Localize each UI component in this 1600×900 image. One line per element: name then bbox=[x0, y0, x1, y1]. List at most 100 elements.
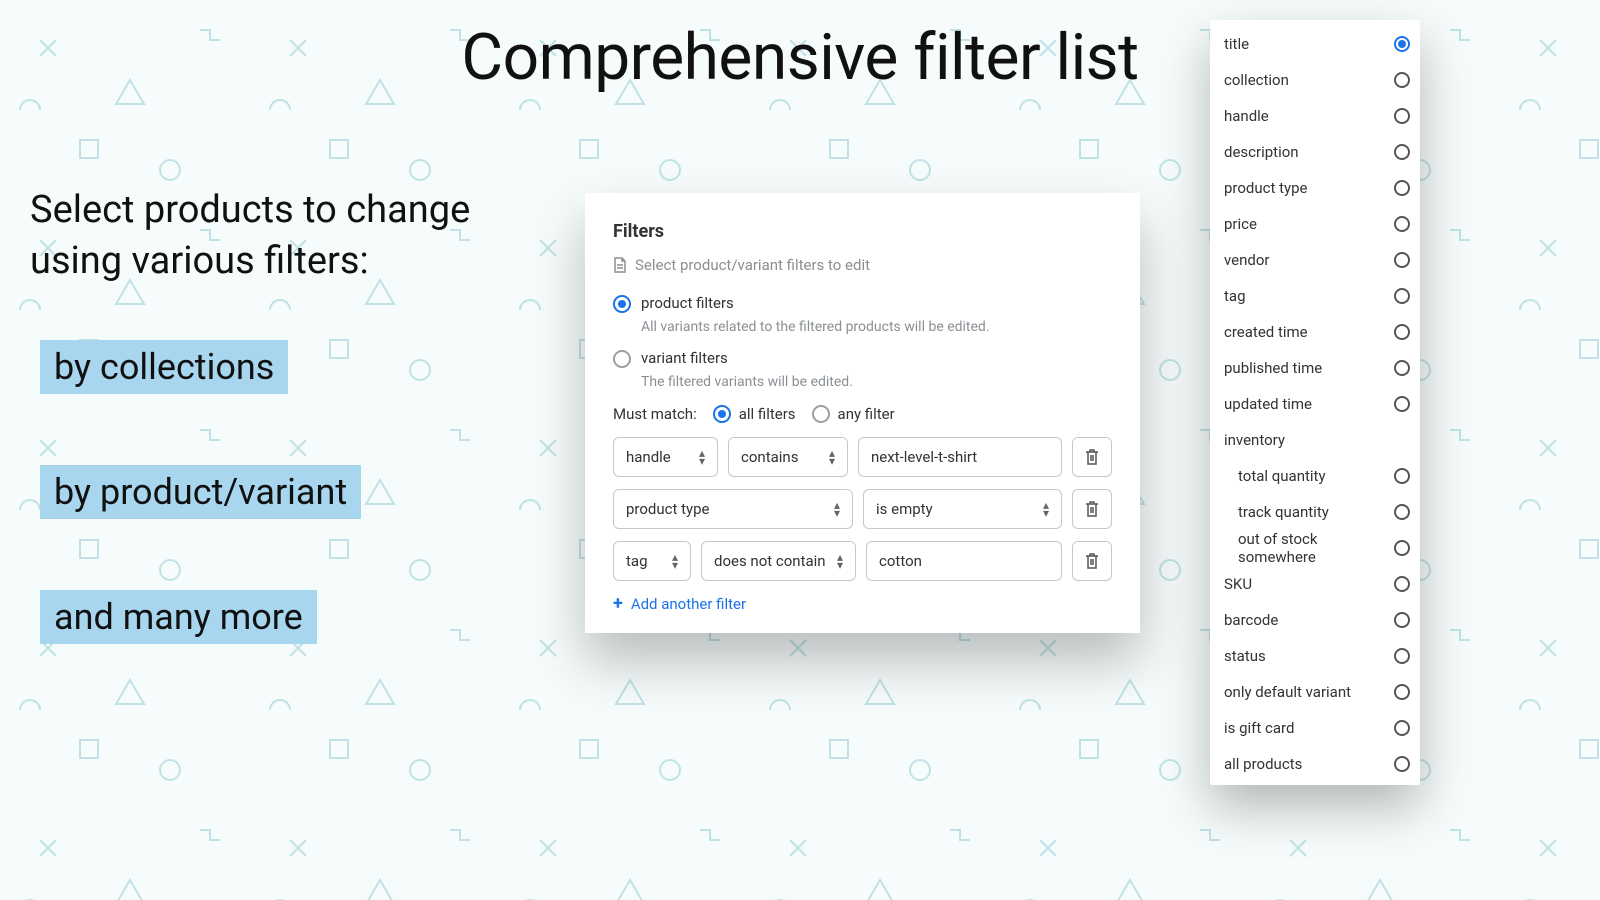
rule-value-input[interactable]: next-level-t-shirt bbox=[858, 437, 1062, 477]
filter-list-label: barcode bbox=[1224, 611, 1278, 629]
filter-list-radio[interactable] bbox=[1394, 612, 1410, 628]
rule-operator-select[interactable]: is empty ▴▾ bbox=[863, 489, 1062, 529]
rule-field-select[interactable]: product type ▴▾ bbox=[613, 489, 853, 529]
filter-list-label: only default variant bbox=[1224, 683, 1351, 701]
document-icon bbox=[613, 257, 627, 273]
filter-field-list: title collection handle description product … bbox=[1210, 20, 1420, 785]
scope-radio-group: product filters All variants related to … bbox=[613, 294, 1112, 390]
rule-operator-select[interactable]: contains ▴▾ bbox=[728, 437, 848, 477]
filter-list-label: status bbox=[1224, 647, 1266, 665]
sort-icon: ▴▾ bbox=[827, 447, 837, 467]
rule-value-input[interactable]: cotton bbox=[866, 541, 1062, 581]
filter-list-radio[interactable] bbox=[1394, 144, 1410, 160]
filter-list-item[interactable]: vendor bbox=[1224, 242, 1420, 278]
rule-field-select[interactable]: tag ▴▾ bbox=[613, 541, 691, 581]
sort-icon: ▴▾ bbox=[1041, 499, 1051, 519]
filter-list-radio[interactable] bbox=[1394, 360, 1410, 376]
filter-list-label: out of stock somewhere bbox=[1238, 530, 1394, 566]
filter-list-label: created time bbox=[1224, 323, 1308, 341]
filter-list-item[interactable]: collection bbox=[1224, 62, 1420, 98]
pill-product-variant: by product/variant bbox=[40, 465, 361, 519]
filter-list-radio[interactable] bbox=[1394, 252, 1410, 268]
filter-list-item[interactable]: title bbox=[1224, 26, 1420, 62]
filter-list-item[interactable]: only default variant bbox=[1224, 674, 1420, 710]
filter-list-label: price bbox=[1224, 215, 1257, 233]
filter-list-label: SKU bbox=[1224, 575, 1252, 593]
trash-icon bbox=[1084, 500, 1100, 518]
filter-list-label: product type bbox=[1224, 179, 1308, 197]
filter-list-label: handle bbox=[1224, 107, 1269, 125]
filter-list-radio[interactable] bbox=[1394, 108, 1410, 124]
filter-list-label: inventory bbox=[1224, 431, 1285, 449]
delete-rule-button[interactable] bbox=[1072, 489, 1112, 529]
rule-row: handle ▴▾ contains ▴▾ next-level-t-shirt bbox=[613, 437, 1112, 477]
filter-list-radio[interactable] bbox=[1394, 288, 1410, 304]
sort-icon: ▴▾ bbox=[835, 551, 845, 571]
filter-list-item[interactable]: total quantity bbox=[1224, 458, 1420, 494]
filter-list-radio[interactable] bbox=[1394, 216, 1410, 232]
filter-list-item[interactable]: updated time bbox=[1224, 386, 1420, 422]
filter-list-label: updated time bbox=[1224, 395, 1312, 413]
filter-list-radio[interactable] bbox=[1394, 36, 1410, 52]
filter-list-item[interactable]: barcode bbox=[1224, 602, 1420, 638]
filter-list-item[interactable]: published time bbox=[1224, 350, 1420, 386]
trash-icon bbox=[1084, 552, 1100, 570]
radio-variant-filters[interactable] bbox=[613, 350, 631, 368]
filter-list-label: track quantity bbox=[1238, 503, 1329, 521]
radio-match-any[interactable] bbox=[812, 405, 830, 423]
filter-list-label: title bbox=[1224, 35, 1249, 53]
match-row: Must match: all filters any filter bbox=[613, 404, 1112, 423]
filter-list-label: vendor bbox=[1224, 251, 1270, 269]
filter-list-item[interactable]: handle bbox=[1224, 98, 1420, 134]
filter-list-item[interactable]: created time bbox=[1224, 314, 1420, 350]
filter-list-item[interactable]: price bbox=[1224, 206, 1420, 242]
filter-list-radio[interactable] bbox=[1394, 72, 1410, 88]
radio-variant-filters-desc: The filtered variants will be edited. bbox=[641, 374, 1112, 390]
filter-list-radio[interactable] bbox=[1394, 540, 1410, 556]
filter-list-item[interactable]: product type bbox=[1224, 170, 1420, 206]
radio-variant-filters-label: variant filters bbox=[641, 349, 728, 367]
filters-hint: Select product/variant filters to edit bbox=[613, 256, 1112, 274]
radio-product-filters[interactable] bbox=[613, 295, 631, 313]
filter-list-label: is gift card bbox=[1224, 719, 1294, 737]
filter-list-label: published time bbox=[1224, 359, 1322, 377]
filter-list-item[interactable]: track quantity bbox=[1224, 494, 1420, 530]
filters-panel: Filters Select product/variant filters t… bbox=[585, 193, 1140, 633]
filter-list-radio[interactable] bbox=[1394, 720, 1410, 736]
filter-list-radio[interactable] bbox=[1394, 468, 1410, 484]
page-title: Comprehensive filter list bbox=[461, 20, 1138, 95]
radio-match-any-label: any filter bbox=[838, 405, 895, 423]
add-filter-button[interactable]: + Add another filter bbox=[613, 593, 1112, 614]
filter-list-item[interactable]: out of stock somewhere bbox=[1224, 530, 1420, 566]
filters-heading: Filters bbox=[613, 221, 1112, 242]
rule-field-select[interactable]: handle ▴▾ bbox=[613, 437, 718, 477]
filter-list-label: all products bbox=[1224, 755, 1302, 773]
filter-list-item[interactable]: status bbox=[1224, 638, 1420, 674]
trash-icon bbox=[1084, 448, 1100, 466]
delete-rule-button[interactable] bbox=[1072, 541, 1112, 581]
filter-list-item[interactable]: is gift card bbox=[1224, 710, 1420, 746]
filter-list-label: tag bbox=[1224, 287, 1246, 305]
filter-list-radio[interactable] bbox=[1394, 648, 1410, 664]
filter-list-radio[interactable] bbox=[1394, 756, 1410, 772]
filter-list-label: total quantity bbox=[1238, 467, 1326, 485]
filter-list-item: inventory bbox=[1224, 422, 1420, 458]
plus-icon: + bbox=[613, 593, 623, 614]
sort-icon: ▴▾ bbox=[697, 447, 707, 467]
filter-list-item[interactable]: tag bbox=[1224, 278, 1420, 314]
radio-match-all-label: all filters bbox=[739, 405, 796, 423]
radio-match-all[interactable] bbox=[713, 405, 731, 423]
filter-list-item[interactable]: all products bbox=[1224, 746, 1420, 782]
rule-operator-select[interactable]: does not contain ▴▾ bbox=[701, 541, 856, 581]
pill-collections: by collections bbox=[40, 340, 288, 394]
delete-rule-button[interactable] bbox=[1072, 437, 1112, 477]
filter-list-label: description bbox=[1224, 143, 1299, 161]
filter-list-radio[interactable] bbox=[1394, 180, 1410, 196]
filter-list-radio[interactable] bbox=[1394, 576, 1410, 592]
filter-list-item[interactable]: description bbox=[1224, 134, 1420, 170]
filter-list-radio[interactable] bbox=[1394, 324, 1410, 340]
filter-list-radio[interactable] bbox=[1394, 684, 1410, 700]
filter-list-radio[interactable] bbox=[1394, 396, 1410, 412]
filter-list-item[interactable]: SKU bbox=[1224, 566, 1420, 602]
filter-list-radio[interactable] bbox=[1394, 504, 1410, 520]
